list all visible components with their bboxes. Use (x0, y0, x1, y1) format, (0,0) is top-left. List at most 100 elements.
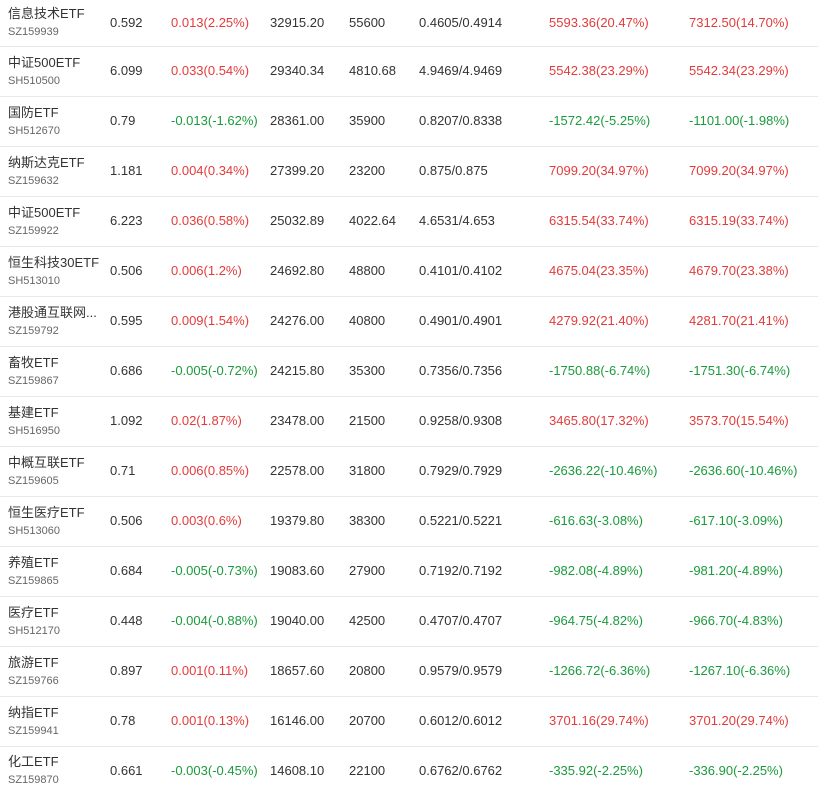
cost-price: 4.9469/4.9469 (419, 63, 503, 78)
fund-code: SH516950 (8, 424, 60, 437)
fund-name[interactable]: 医疗ETF (8, 604, 104, 621)
fund-name[interactable]: 纳斯达克ETF (8, 154, 104, 171)
current-price: 0.506 (110, 263, 143, 278)
table-row[interactable]: 港股通互联网... SZ159792 0.595 0.009(1.54%) 24276.… (0, 296, 818, 346)
current-price: 0.592 (110, 14, 143, 30)
share-count: 35300 (349, 363, 386, 378)
fund-name[interactable]: 养殖ETF (8, 554, 104, 571)
market-value: 16146.00 (270, 713, 325, 728)
daily-change: -0.004(-0.88%) (171, 613, 258, 628)
fund-name[interactable]: 中证500ETF (8, 54, 104, 71)
profit-loss-b: 4679.70(23.38%) (689, 263, 789, 278)
profit-loss-a: -2636.22(-10.46%) (549, 463, 658, 478)
holdings-table: 信息技术ETF SZ159939 0.592 0.013(2.25%) 32915.20… (0, 0, 818, 795)
table-row[interactable]: 畜牧ETF SZ159867 0.686 -0.005(-0.72%) 24215.80… (0, 346, 818, 396)
fund-name[interactable]: 中概互联ETF (8, 454, 104, 471)
fund-code: SZ159867 (8, 374, 59, 387)
profit-loss-b: -336.90(-2.25%) (689, 762, 783, 778)
table-row[interactable]: 纳指ETF SZ159941 0.78 0.001(0.13%) 16146.00 207… (0, 696, 818, 746)
fund-cell[interactable]: 中证500ETF SH510500 (0, 46, 110, 96)
fund-cell[interactable]: 国防ETF SH512670 (0, 96, 110, 146)
market-value: 19040.00 (270, 613, 325, 628)
table-row[interactable]: 中证500ETF SH510500 6.099 0.033(0.54%) 29340.3… (0, 46, 818, 96)
fund-name[interactable]: 国防ETF (8, 104, 104, 121)
cost-price: 0.9579/0.9579 (419, 663, 503, 678)
fund-cell[interactable]: 信息技术ETF SZ159939 (0, 0, 110, 46)
table-row[interactable]: 信息技术ETF SZ159939 0.592 0.013(2.25%) 32915.20… (0, 0, 818, 46)
profit-loss-a: -1750.88(-6.74%) (549, 363, 651, 378)
fund-cell[interactable]: 基建ETF SH516950 (0, 396, 110, 446)
share-count: 4022.64 (349, 213, 396, 228)
market-value: 28361.00 (270, 113, 325, 128)
fund-cell[interactable]: 纳斯达克ETF SZ159632 (0, 146, 110, 196)
cost-price: 0.7192/0.7192 (419, 563, 503, 578)
fund-cell[interactable]: 恒生科技30ETF SH513010 (0, 246, 110, 296)
fund-cell[interactable]: 化工ETF SZ159870 (0, 746, 110, 795)
cost-price: 0.4605/0.4914 (419, 14, 503, 30)
fund-name[interactable]: 中证500ETF (8, 204, 104, 221)
table-row[interactable]: 化工ETF SZ159870 0.661 -0.003(-0.45%) 14608.10… (0, 746, 818, 795)
current-price: 1.181 (110, 163, 143, 178)
fund-cell[interactable]: 旅游ETF SZ159766 (0, 646, 110, 696)
share-count: 42500 (349, 613, 386, 628)
fund-cell[interactable]: 畜牧ETF SZ159867 (0, 346, 110, 396)
fund-code: SZ159922 (8, 224, 59, 237)
fund-name[interactable]: 恒生医疗ETF (8, 504, 104, 521)
fund-code: SH513060 (8, 524, 60, 537)
table-row[interactable]: 旅游ETF SZ159766 0.897 0.001(0.11%) 18657.60 20… (0, 646, 818, 696)
table-row[interactable]: 恒生医疗ETF SH513060 0.506 0.003(0.6%) 19379.80 3… (0, 496, 818, 546)
profit-loss-a: 5542.38(23.29%) (549, 63, 649, 78)
market-value: 24215.80 (270, 363, 325, 378)
current-price: 6.099 (110, 63, 143, 78)
current-price: 0.78 (110, 713, 136, 728)
table-row[interactable]: 医疗ETF SH512170 0.448 -0.004(-0.88%) 19040.00… (0, 596, 818, 646)
fund-name[interactable]: 港股通互联网... (8, 304, 104, 321)
profit-loss-b: -966.70(-4.83%) (689, 613, 783, 628)
fund-name[interactable]: 基建ETF (8, 404, 104, 421)
share-count: 31800 (349, 463, 386, 478)
table-row[interactable]: 基建ETF SH516950 1.092 0.02(1.87%) 23478.00 215… (0, 396, 818, 446)
share-count: 38300 (349, 513, 386, 528)
fund-cell[interactable]: 纳指ETF SZ159941 (0, 696, 110, 746)
current-price: 6.223 (110, 213, 143, 228)
fund-cell[interactable]: 中证500ETF SZ159922 (0, 196, 110, 246)
fund-name[interactable]: 信息技术ETF (8, 5, 104, 22)
cost-price: 0.4101/0.4102 (419, 263, 503, 278)
table-row[interactable]: 养殖ETF SZ159865 0.684 -0.005(-0.73%) 19083.60… (0, 546, 818, 596)
table-row[interactable]: 中证500ETF SZ159922 6.223 0.036(0.58%) 25032.8… (0, 196, 818, 246)
daily-change: 0.006(0.85%) (171, 463, 250, 478)
profit-loss-a: -982.08(-4.89%) (549, 563, 643, 578)
profit-loss-a: 7099.20(34.97%) (549, 163, 649, 178)
daily-change: -0.005(-0.73%) (171, 563, 258, 578)
fund-cell[interactable]: 港股通互联网... SZ159792 (0, 296, 110, 346)
profit-loss-a: 3465.80(17.32%) (549, 413, 649, 428)
fund-name[interactable]: 旅游ETF (8, 654, 104, 671)
market-value: 19083.60 (270, 563, 325, 578)
cost-price: 4.6531/4.653 (419, 213, 495, 228)
profit-loss-b: 6315.19(33.74%) (689, 213, 789, 228)
market-value: 18657.60 (270, 663, 325, 678)
fund-cell[interactable]: 恒生医疗ETF SH513060 (0, 496, 110, 546)
fund-code: SH512170 (8, 624, 60, 637)
profit-loss-b: 5542.34(23.29%) (689, 63, 789, 78)
market-value: 24276.00 (270, 313, 325, 328)
share-count: 35900 (349, 113, 386, 128)
table-row[interactable]: 恒生科技30ETF SH513010 0.506 0.006(1.2%) 24692.8… (0, 246, 818, 296)
fund-cell[interactable]: 中概互联ETF SZ159605 (0, 446, 110, 496)
market-value: 32915.20 (270, 14, 325, 30)
fund-cell[interactable]: 养殖ETF SZ159865 (0, 546, 110, 596)
fund-name[interactable]: 纳指ETF (8, 704, 104, 721)
current-price: 0.506 (110, 513, 143, 528)
fund-name[interactable]: 恒生科技30ETF (8, 254, 104, 271)
profit-loss-b: -1751.30(-6.74%) (689, 363, 791, 378)
fund-name[interactable]: 畜牧ETF (8, 354, 104, 371)
cost-price: 0.9258/0.9308 (419, 413, 503, 428)
table-row[interactable]: 国防ETF SH512670 0.79 -0.013(-1.62%) 28361.00 3… (0, 96, 818, 146)
table-row[interactable]: 纳斯达克ETF SZ159632 1.181 0.004(0.34%) 27399.20… (0, 146, 818, 196)
table-row[interactable]: 中概互联ETF SZ159605 0.71 0.006(0.85%) 22578.00 3… (0, 446, 818, 496)
cost-price: 0.6012/0.6012 (419, 713, 503, 728)
fund-name[interactable]: 化工ETF (8, 753, 104, 770)
daily-change: -0.003(-0.45%) (171, 762, 258, 778)
fund-cell[interactable]: 医疗ETF SH512170 (0, 596, 110, 646)
profit-loss-a: 4675.04(23.35%) (549, 263, 649, 278)
